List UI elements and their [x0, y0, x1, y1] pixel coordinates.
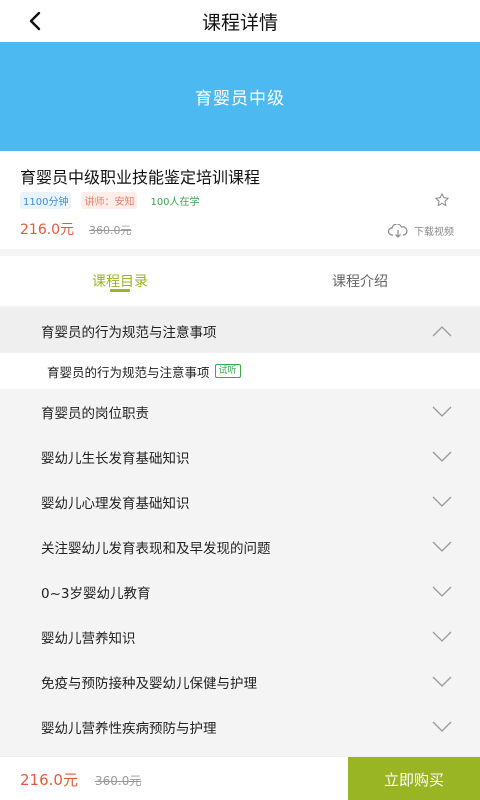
chapter-row[interactable]: 婴幼儿营养知识 — [0, 614, 480, 659]
chapter-title: 0~3岁婴幼儿教育 — [41, 585, 151, 602]
tab-introduction-label: 课程介绍 — [332, 274, 388, 290]
course-title: 育婴员中级职业技能鉴定培训课程 — [20, 168, 261, 187]
page-title: 课程详情 — [201, 11, 278, 34]
course-price: 216.0元 — [20, 222, 75, 238]
course-banner: 育婴员中级 — [0, 42, 480, 151]
tab-bar: 课程目录 课程介绍 — [0, 256, 480, 306]
chapter-list: 育婴员的行为规范与注意事项 育婴员的行为规范与注意事项 试听 育婴员的岗位职责 … — [0, 308, 480, 749]
chapter-row[interactable]: 0~3岁婴幼儿教育 — [0, 569, 480, 614]
chapter-title: 关注婴幼儿发育表现和及早发现的问题 — [41, 540, 271, 557]
chapter-title: 婴幼儿生长发育基础知识 — [41, 450, 190, 467]
chevron-up-icon — [432, 325, 452, 336]
favorite-star-icon[interactable] — [434, 192, 450, 208]
chapter-title: 免疫与预防接种及婴幼儿保健与护理 — [41, 675, 257, 692]
bottom-price: 216.0元 — [20, 771, 78, 789]
tab-introduction[interactable]: 课程介绍 — [240, 256, 480, 306]
chapter-title: 育婴员的行为规范与注意事项 — [41, 324, 217, 341]
chevron-down-icon — [432, 406, 452, 417]
enrolled-count: 100人在学 — [150, 197, 200, 208]
chapter-row[interactable]: 免疫与预防接种及婴幼儿保健与护理 — [0, 659, 480, 704]
chapter-title: 婴幼儿营养性疾病预防与护理 — [41, 720, 217, 737]
chevron-down-icon — [432, 676, 452, 687]
back-arrow-icon — [29, 11, 41, 31]
duration-tag: 1100分钟 — [20, 192, 72, 209]
chapter-title: 婴幼儿营养知识 — [41, 630, 136, 647]
tab-catalog[interactable]: 课程目录 — [0, 256, 240, 306]
chapter-row[interactable]: 婴幼儿营养性疾病预防与护理 — [0, 704, 480, 749]
chapter-row[interactable]: 育婴员的岗位职责 — [0, 389, 480, 434]
chapter-title: 婴幼儿心理发育基础知识 — [41, 495, 190, 512]
chapter-row[interactable]: 婴幼儿生长发育基础知识 — [0, 434, 480, 479]
download-video-button[interactable]: 下载视频 — [388, 223, 454, 238]
lesson-title: 育婴员的行为规范与注意事项 — [47, 364, 210, 380]
tab-catalog-label: 课程目录 — [92, 274, 148, 290]
cloud-download-icon — [388, 223, 408, 238]
course-original-price: 360.0元 — [89, 224, 132, 237]
chevron-down-icon — [432, 541, 452, 552]
buy-now-button[interactable]: 立即购买 — [348, 757, 480, 800]
chapter-title: 育婴员的岗位职责 — [41, 405, 149, 422]
course-info: 育婴员中级职业技能鉴定培训课程 1100分钟 讲师：安知 100人在学 216.… — [0, 151, 480, 249]
teacher-tag: 讲师：安知 — [81, 192, 138, 209]
chevron-down-icon — [432, 721, 452, 732]
back-button[interactable] — [18, 4, 52, 38]
banner-text: 育婴员中级 — [195, 89, 285, 109]
active-tab-indicator — [110, 289, 130, 292]
purchase-bar: 216.0元 360.0元 立即购买 — [0, 756, 480, 800]
chapter-row[interactable]: 育婴员的行为规范与注意事项 — [0, 308, 480, 353]
course-tags: 1100分钟 讲师：安知 100人在学 — [20, 192, 203, 209]
lesson-row[interactable]: 育婴员的行为规范与注意事项 试听 — [0, 353, 480, 389]
chapter-row[interactable]: 婴幼儿心理发育基础知识 — [0, 479, 480, 524]
download-label: 下载视频 — [414, 227, 454, 238]
chevron-down-icon — [432, 451, 452, 462]
trial-badge: 试听 — [214, 364, 241, 378]
bottom-original-price: 360.0元 — [95, 774, 142, 788]
chevron-down-icon — [432, 631, 452, 642]
chevron-down-icon — [432, 586, 452, 597]
chapter-row[interactable]: 关注婴幼儿发育表现和及早发现的问题 — [0, 524, 480, 569]
chevron-down-icon — [432, 496, 452, 507]
app: 课程详情 育婴员中级 育婴员中级职业技能鉴定培训课程 1100分钟 讲师：安知 … — [0, 0, 480, 800]
header: 课程详情 — [0, 0, 480, 42]
